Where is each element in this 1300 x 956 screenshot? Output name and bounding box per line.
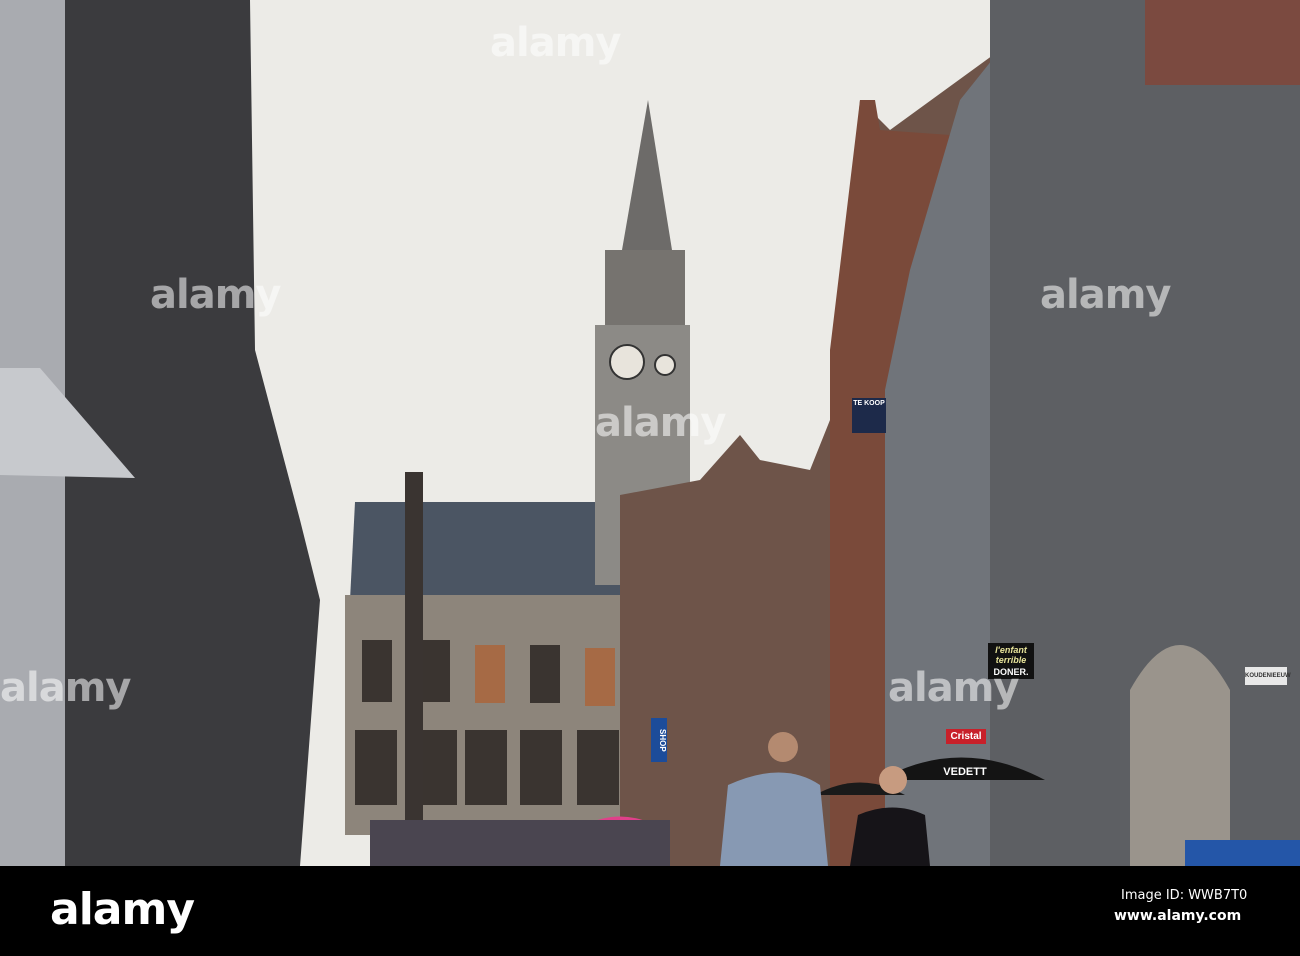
clock-face-right [654,354,676,376]
vedett-sign: VEDETT [943,766,987,778]
watermark-3: alamy [595,400,726,446]
stock-footer-bar: alamy Image ID: WWB7T0 www.alamy.com [0,866,1300,956]
enfant-line-2: terrible [995,655,1027,665]
image-id: Image ID: WWB7T0 [1121,888,1248,903]
cristal-sign: Cristal [946,729,986,744]
shop-sign: SHOP [651,718,667,762]
post-office-roof [350,502,625,600]
stone-arch [1130,645,1230,866]
watermark-4: alamy [1040,272,1171,318]
watermark-6: alamy [888,665,1019,711]
person-man [720,772,828,866]
brick-top [1145,0,1300,85]
person-woman-head [879,766,907,794]
alamy-logo: alamy [50,884,195,935]
clock-face-left [609,344,645,380]
alamy-url: www.alamy.com [1114,908,1242,924]
street-name-sign: KOUDENIEEUW [1245,667,1291,685]
enfant-line-1: l'enfant [995,645,1027,655]
person-man-head [768,732,798,762]
crowd [370,820,670,866]
watermark-5: alamy [0,665,131,711]
person-woman [850,807,930,866]
watermark-1: alamy [150,272,281,318]
bins [1185,840,1300,866]
watermark-2: alamy [490,20,621,66]
lamp-post [405,472,423,832]
te-koop-sign: TE KOOP [852,398,886,433]
tower-belfry [605,250,685,325]
